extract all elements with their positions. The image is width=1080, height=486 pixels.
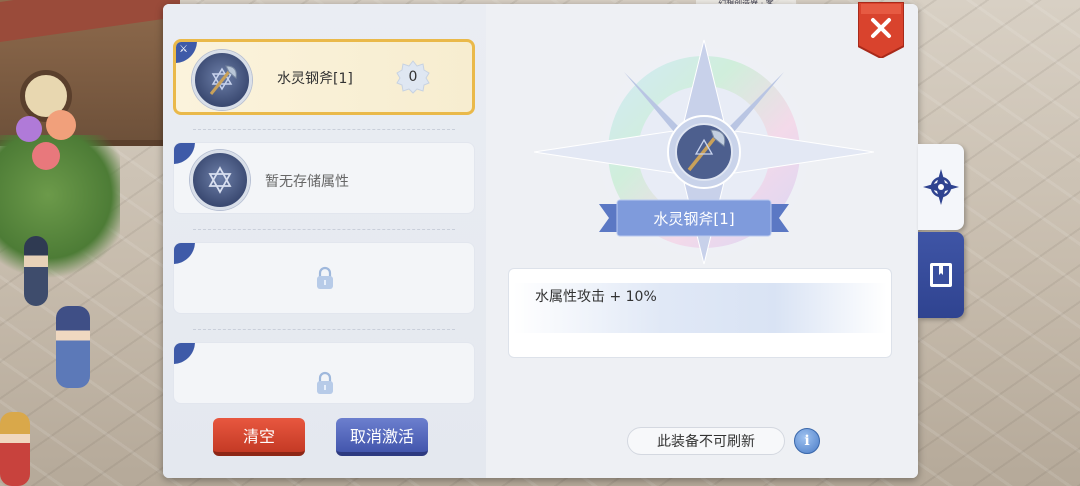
background-character: [0, 412, 30, 486]
slot-empty-text: 暂无存储属性: [265, 174, 349, 190]
attribute-text: 水属性攻击 + 10%: [535, 289, 657, 305]
item-name: 水灵钢斧[1]: [653, 210, 735, 228]
background-grass: [0, 135, 120, 285]
divider: [193, 329, 455, 330]
equipment-attribute-panel: ⚔ 水灵钢斧[1] 0 暂无存储属性 清空 取消激活 水灵钢斧[1] 水属性攻击…: [163, 4, 918, 478]
divider: [193, 229, 455, 230]
item-preview-area: 水灵钢斧[1] 水属性攻击 + 10% 此装备不可刷新 i: [486, 4, 918, 478]
background-balloon: [16, 116, 42, 142]
lock-icon: [317, 266, 333, 289]
axe-icon: [192, 50, 252, 110]
attribute-slot-2[interactable]: 暂无存储属性: [173, 142, 475, 214]
cancel-activate-button[interactable]: 取消激活: [336, 418, 428, 456]
info-button[interactable]: i: [794, 428, 820, 454]
background-balloon: [32, 142, 60, 170]
sword-icon: ⚔: [179, 44, 188, 55]
tab-book[interactable]: [918, 232, 964, 318]
close-button[interactable]: [858, 2, 904, 58]
divider: [193, 129, 455, 130]
compass-icon: [923, 169, 959, 205]
tab-compass[interactable]: [918, 144, 964, 230]
attribute-slot-list: ⚔ 水灵钢斧[1] 0 暂无存储属性 清空 取消激活: [163, 4, 486, 478]
clear-button[interactable]: 清空: [213, 418, 305, 456]
slot-count: 0: [408, 69, 418, 85]
refresh-note: 此装备不可刷新: [627, 427, 785, 455]
book-icon: [930, 263, 952, 287]
background-character: [56, 306, 90, 388]
attribute-slot-4-locked[interactable]: [173, 342, 475, 404]
count-badge: 0: [396, 60, 430, 94]
attribute-slot-1[interactable]: ⚔ 水灵钢斧[1] 0: [173, 39, 475, 115]
hexagram-icon: [190, 150, 250, 210]
background-balloon: [46, 110, 76, 140]
lock-icon: [317, 371, 333, 394]
attribute-box: 水属性攻击 + 10%: [508, 268, 892, 358]
slot-item-name: 水灵钢斧[1]: [277, 71, 353, 87]
background-character: [24, 236, 48, 306]
attribute-slot-3-locked[interactable]: [173, 242, 475, 314]
